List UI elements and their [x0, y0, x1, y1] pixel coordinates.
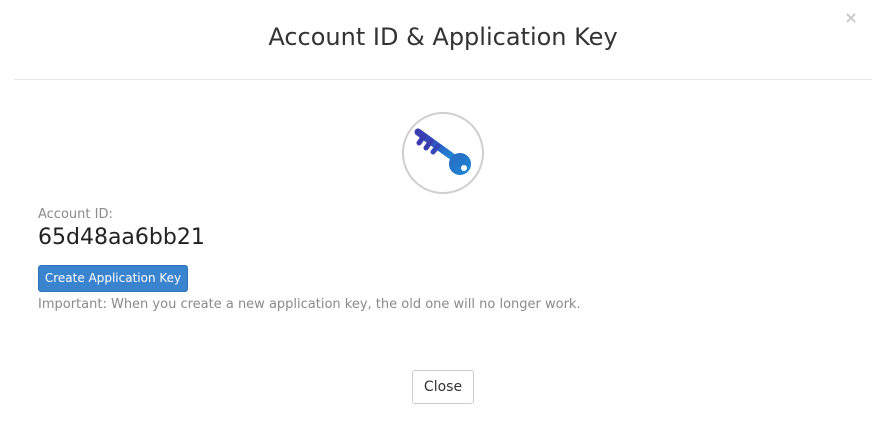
key-icon-graphic [414, 128, 471, 175]
account-key-dialog: Account ID & Application Key × Account I… [0, 0, 886, 441]
important-note: Important: When you create a new applica… [38, 297, 581, 312]
account-id-label: Account ID: [38, 207, 113, 222]
dialog-title: Account ID & Application Key [268, 23, 618, 51]
close-icon[interactable]: × [842, 9, 860, 27]
key-icon [402, 112, 484, 194]
dialog-header: Account ID & Application Key [14, 0, 872, 80]
create-application-key-button[interactable]: Create Application Key [38, 265, 188, 292]
account-id-value: 65d48aa6bb21 [38, 225, 205, 250]
close-button[interactable]: Close [412, 370, 474, 404]
